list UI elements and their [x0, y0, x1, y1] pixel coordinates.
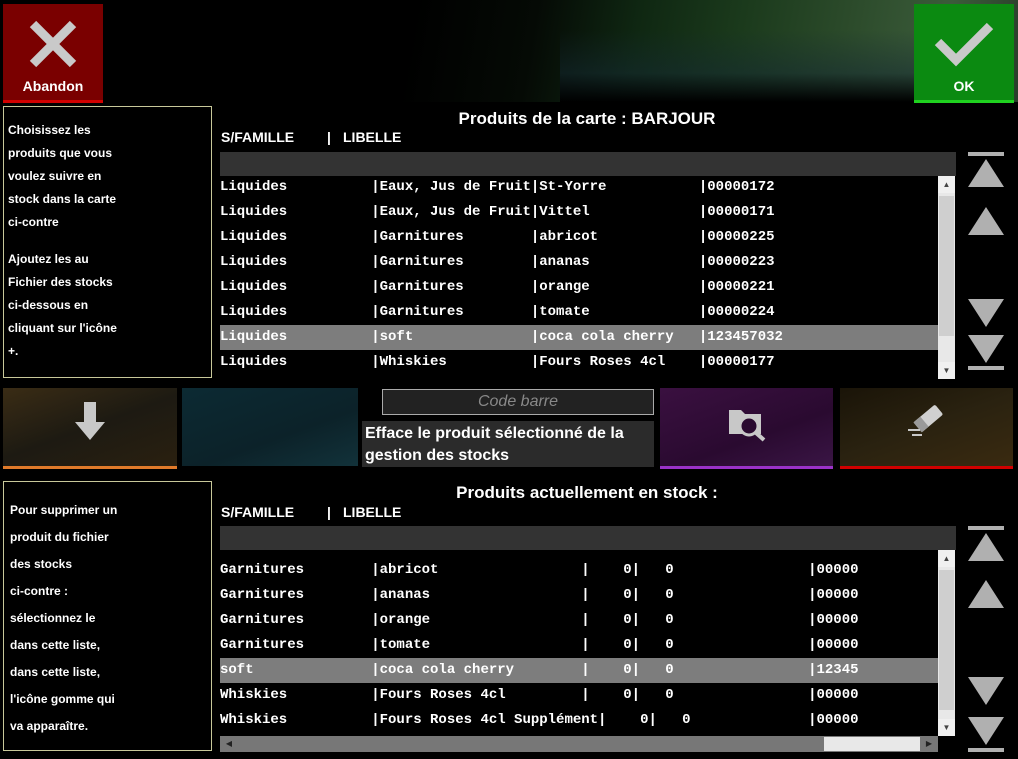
instruction-line: stock dans la carte — [8, 192, 117, 206]
top-product-list[interactable]: Liquides |Eaux, Jus de Fruit|St-Yorre |0… — [220, 175, 938, 375]
instruction-line: Ajoutez les au — [8, 252, 89, 266]
top-list-scrollbar[interactable]: ▲ ▼ — [938, 176, 955, 379]
instruction-line: Pour supprimer un — [10, 503, 118, 517]
scroll-arrow-down[interactable]: ▼ — [938, 719, 955, 736]
list-item[interactable]: Liquides |Whiskies |Fours Roses 4cl |000… — [220, 350, 938, 375]
search-product-button[interactable] — [660, 388, 833, 469]
check-icon — [934, 22, 994, 67]
scroll-up-icon[interactable] — [967, 578, 1005, 610]
scroll-up-icon[interactable] — [967, 205, 1005, 237]
eraser-icon — [908, 405, 943, 436]
list-item[interactable]: Garnitures |tomate | 0| 0 |00000 — [220, 633, 938, 658]
ok-button[interactable]: OK — [914, 4, 1014, 103]
instruction-line: Choisissez les — [8, 123, 91, 137]
instruction-line: +. — [8, 344, 19, 358]
instruction-line: sélectionnez le — [10, 611, 96, 625]
top-col-sep: | — [327, 129, 331, 145]
list-item[interactable]: Whiskies |Fours Roses 4cl | 0| 0 |00000 — [220, 683, 938, 708]
arrow-down-icon — [75, 402, 105, 440]
bottom-list-scrollbar[interactable]: ▲ ▼ — [938, 550, 955, 736]
folder-search-icon — [729, 410, 766, 442]
list-item[interactable]: Liquides |Garnitures |tomate |00000224 — [220, 300, 938, 325]
top-col-libelle: LIBELLE — [343, 129, 402, 145]
top-list-header-bar — [220, 152, 956, 176]
abandon-button[interactable]: Abandon — [3, 4, 103, 103]
scroll-arrow-up[interactable]: ▲ — [938, 176, 955, 193]
instruction-line: ci-contre : — [10, 584, 69, 598]
scroll-arrow-left[interactable]: ◀ — [222, 736, 236, 752]
bottom-list-header-bar — [220, 526, 956, 550]
instruction-line: dans cette liste, — [10, 638, 101, 652]
instruction-line: cliquant sur l'icône — [8, 321, 117, 335]
scroll-top-icon[interactable] — [967, 151, 1005, 191]
ok-label: OK — [953, 78, 975, 94]
scroll-bottom-icon[interactable] — [967, 713, 1005, 753]
header-background-shade — [560, 30, 920, 102]
list-item[interactable]: Liquides |Garnitures |orange |00000221 — [220, 275, 938, 300]
scroll-arrow-up[interactable]: ▲ — [938, 550, 955, 567]
list-item[interactable]: Liquides |Garnitures |abricot |00000225 — [220, 225, 938, 250]
instructions-bottom: Pour supprimer un produit du fichier des… — [3, 481, 212, 751]
scroll-down-icon[interactable] — [967, 297, 1005, 329]
top-list-title: Produits de la carte : BARJOUR — [458, 109, 716, 128]
instruction-line: produits que vous — [8, 146, 113, 160]
instruction-line: Fichier des stocks — [8, 275, 113, 289]
list-item-selected[interactable]: soft |coca cola cherry | 0| 0 |12345 — [220, 658, 938, 683]
eraser-button[interactable] — [840, 388, 1013, 469]
instruction-line: produit du fichier — [10, 530, 109, 544]
instructions-top: Choisissez les produits que vous voulez … — [3, 106, 212, 378]
list-item[interactable]: Liquides |Eaux, Jus de Fruit|Vittel |000… — [220, 200, 938, 225]
barcode-input[interactable]: Code barre — [382, 389, 654, 415]
instruction-line: dans cette liste, — [10, 665, 101, 679]
instruction-line: voulez suivre en — [8, 169, 102, 183]
instruction-line: ci-contre — [8, 215, 59, 229]
hint-tooltip: Efface le produit sélectionné de la gest… — [362, 421, 654, 467]
instruction-line: ci-dessous en — [8, 298, 89, 312]
list-item[interactable]: Garnitures |ananas | 0| 0 |00000 — [220, 583, 938, 608]
stock-product-list[interactable]: Garnitures |abricot | 0| 0 |00000 Garnit… — [220, 558, 938, 734]
bottom-col-sfamille: S/FAMILLE — [221, 504, 295, 520]
scroll-thumb[interactable] — [824, 737, 920, 751]
close-icon — [29, 20, 77, 68]
list-item[interactable]: Whiskies |Fours Roses 4cl Supplément| 0|… — [220, 708, 938, 733]
bottom-list-title: Produits actuellement en stock : — [456, 483, 718, 502]
bottom-horizontal-scrollbar[interactable]: ◀ ▶ — [220, 736, 938, 752]
scroll-thumb[interactable] — [939, 196, 954, 336]
list-item[interactable]: Liquides |Eaux, Jus de Fruit|St-Yorre |0… — [220, 175, 938, 200]
list-item[interactable]: Garnitures |orange | 0| 0 |00000 — [220, 608, 938, 633]
instruction-line: des stocks — [10, 557, 73, 571]
list-item[interactable]: Liquides |Garnitures |ananas |00000223 — [220, 250, 938, 275]
abandon-label: Abandon — [22, 78, 84, 94]
bottom-col-libelle: LIBELLE — [343, 504, 402, 520]
scroll-thumb[interactable] — [939, 570, 954, 710]
scroll-top-icon[interactable] — [967, 525, 1005, 565]
scroll-bottom-icon[interactable] — [967, 331, 1005, 371]
top-col-sfamille: S/FAMILLE — [221, 129, 295, 145]
list-item[interactable]: Garnitures |abricot | 0| 0 |00000 — [220, 558, 938, 583]
list-item-selected[interactable]: Liquides |soft |coca cola cherry |123457… — [220, 325, 938, 350]
add-to-stock-button[interactable] — [3, 388, 177, 469]
bottom-col-sep: | — [327, 504, 331, 520]
scroll-down-icon[interactable] — [967, 675, 1005, 707]
background-tile — [182, 388, 358, 466]
instruction-line: va apparaître. — [10, 719, 89, 733]
scroll-arrow-right[interactable]: ▶ — [922, 736, 936, 752]
instruction-line: l'icône gomme qui — [10, 692, 115, 706]
scroll-arrow-down[interactable]: ▼ — [938, 362, 955, 379]
